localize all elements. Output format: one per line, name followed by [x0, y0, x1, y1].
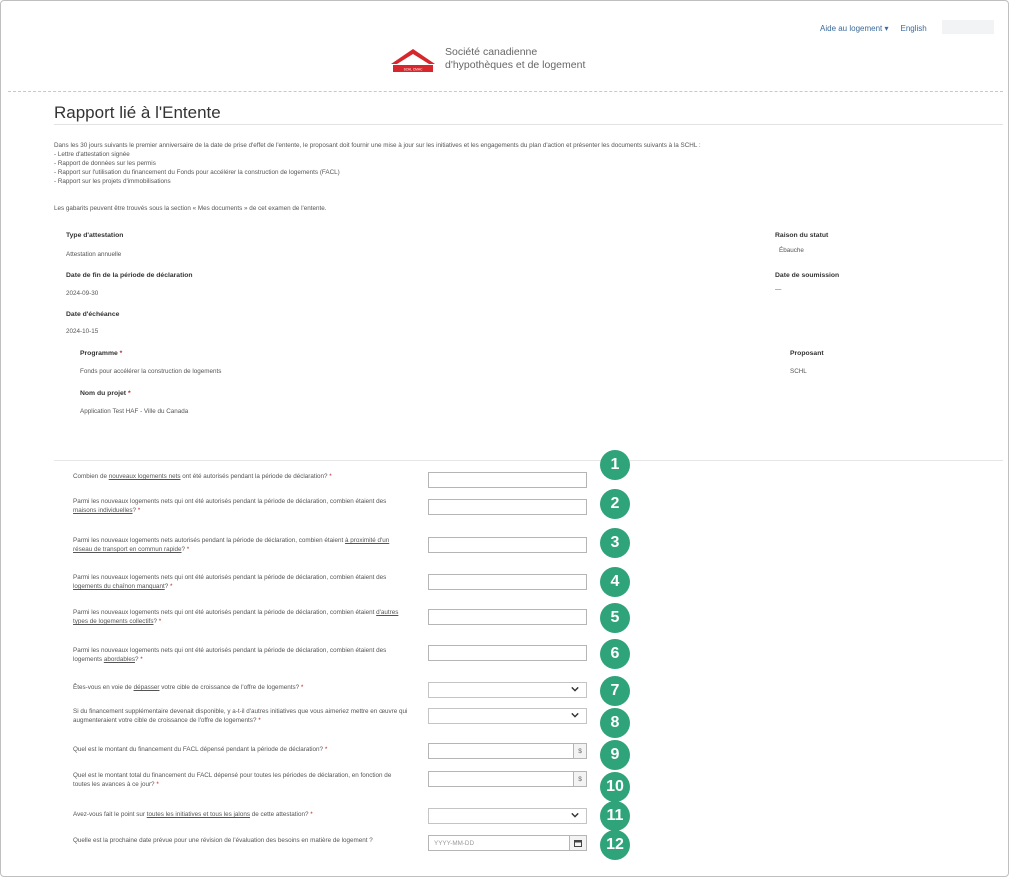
attestation-type-value: Attestation annuelle — [66, 251, 122, 258]
step-badge-7: 7 — [600, 676, 630, 706]
status-reason-value: Ébauche — [779, 247, 804, 254]
step-badge-10: 10 — [600, 772, 630, 802]
bullet-2: - Rapport de données sur les permis — [54, 160, 156, 168]
program-label: Programme * — [80, 350, 123, 357]
logo-mark-text: SCHL CMHC — [404, 68, 424, 72]
q10-currency-input[interactable]: $ — [428, 771, 587, 787]
step-badge-12: 12 — [600, 830, 630, 860]
status-reason-label: Raison du statut — [775, 232, 829, 239]
question-9: Quel est le montant du financement du FA… — [73, 746, 328, 753]
page-title: Rapport lié à l'Entente — [54, 103, 221, 122]
help-menu[interactable]: Aide au logement ▾ — [820, 24, 889, 33]
question-3: Parmi les nouveaux logements nets autori… — [73, 537, 390, 553]
program-value: Fonds pour accélérer la construction de … — [80, 368, 222, 375]
question-6: Parmi les nouveaux logements nets qui on… — [73, 647, 387, 663]
q5-input[interactable] — [428, 609, 587, 625]
chevron-down-icon — [571, 712, 579, 718]
q1-input[interactable] — [428, 472, 587, 488]
section-divider — [54, 460, 1003, 461]
q4-input[interactable] — [428, 574, 587, 590]
language-link[interactable]: English — [901, 24, 927, 33]
q12-date-input[interactable]: YYYY-MM-DD — [428, 835, 587, 851]
question-12: Quelle est la prochaine date prévue pour… — [73, 837, 373, 844]
calendar-button[interactable] — [569, 835, 587, 851]
q10-amount-field[interactable] — [428, 771, 573, 787]
title-divider — [54, 124, 1003, 125]
step-badge-2: 2 — [600, 489, 630, 519]
q6-input[interactable] — [428, 645, 587, 661]
proponent-value: SCHL — [790, 368, 807, 375]
step-badge-3: 3 — [600, 528, 630, 558]
question-4: Parmi les nouveaux logements nets qui on… — [73, 574, 387, 590]
step-badge-4: 4 — [600, 567, 630, 597]
question-2: Parmi les nouveaux logements nets qui on… — [73, 498, 387, 514]
house-logo-icon: SCHL CMHC — [389, 46, 437, 72]
due-date-value: 2024-10-15 — [66, 328, 99, 335]
due-date-label: Date d'échéance — [66, 311, 120, 318]
period-end-label: Date de fin de la période de déclaration — [66, 272, 193, 279]
logo-text: Société canadienne d'hypothèques et de l… — [445, 46, 586, 71]
chevron-down-icon — [571, 812, 579, 818]
step-badge-9: 9 — [600, 740, 630, 770]
step-badge-1: 1 — [600, 450, 630, 480]
submission-date-value: — — [775, 286, 782, 293]
question-5: Parmi les nouveaux logements nets qui on… — [73, 609, 399, 625]
intro-text: Dans les 30 jours suivants le premier an… — [54, 141, 994, 186]
templates-note: Les gabarits peuvent être trouvés sous l… — [54, 205, 327, 212]
submission-date-label: Date de soumission — [775, 272, 840, 279]
q9-currency-input[interactable]: $ — [428, 743, 587, 759]
q8-select[interactable] — [428, 708, 587, 724]
currency-addon: $ — [573, 743, 587, 759]
question-8: Si du financement supplémentaire devenai… — [73, 708, 408, 724]
bullet-3: - Rapport sur l'utilisation du financeme… — [54, 169, 340, 177]
question-11: Avez-vous fait le point sur toutes les i… — [73, 811, 313, 818]
step-badge-5: 5 — [600, 603, 630, 633]
question-10: Quel est le montant total du financement… — [73, 772, 392, 788]
header-divider — [8, 91, 1003, 92]
user-area[interactable] — [942, 20, 994, 34]
logo[interactable]: SCHL CMHC Société canadienne d'hypothèqu… — [389, 46, 585, 72]
q3-input[interactable] — [428, 537, 587, 553]
period-end-value: 2024-09-30 — [66, 290, 99, 297]
q2-input[interactable] — [428, 499, 587, 515]
q7-select[interactable] — [428, 682, 587, 698]
proponent-label: Proposant — [790, 350, 824, 357]
bullet-4: - Rapport sur les projets d'immobilisati… — [54, 178, 171, 186]
step-badge-8: 8 — [600, 708, 630, 738]
step-badge-11: 11 — [600, 801, 630, 831]
top-nav: Aide au logement ▾ English — [820, 20, 994, 34]
currency-addon: $ — [573, 771, 587, 787]
question-1: Combien de nouveaux logements nets ont é… — [73, 473, 332, 480]
project-name-value: Application Test HAF - Ville du Canada — [80, 408, 189, 415]
q12-date-field[interactable]: YYYY-MM-DD — [428, 835, 569, 851]
question-7: Êtes-vous en voie de dépasser votre cibl… — [73, 684, 304, 691]
intro-paragraph: Dans les 30 jours suivants le premier an… — [54, 142, 701, 149]
bullet-1: - Lettre d'attestation signée — [54, 151, 130, 159]
calendar-icon — [574, 840, 582, 847]
q11-select[interactable] — [428, 808, 587, 824]
step-badge-6: 6 — [600, 639, 630, 669]
q9-amount-field[interactable] — [428, 743, 573, 759]
chevron-down-icon — [571, 686, 579, 692]
attestation-type-label: Type d'attestation — [66, 232, 124, 239]
project-name-label: Nom du projet * — [80, 390, 131, 397]
